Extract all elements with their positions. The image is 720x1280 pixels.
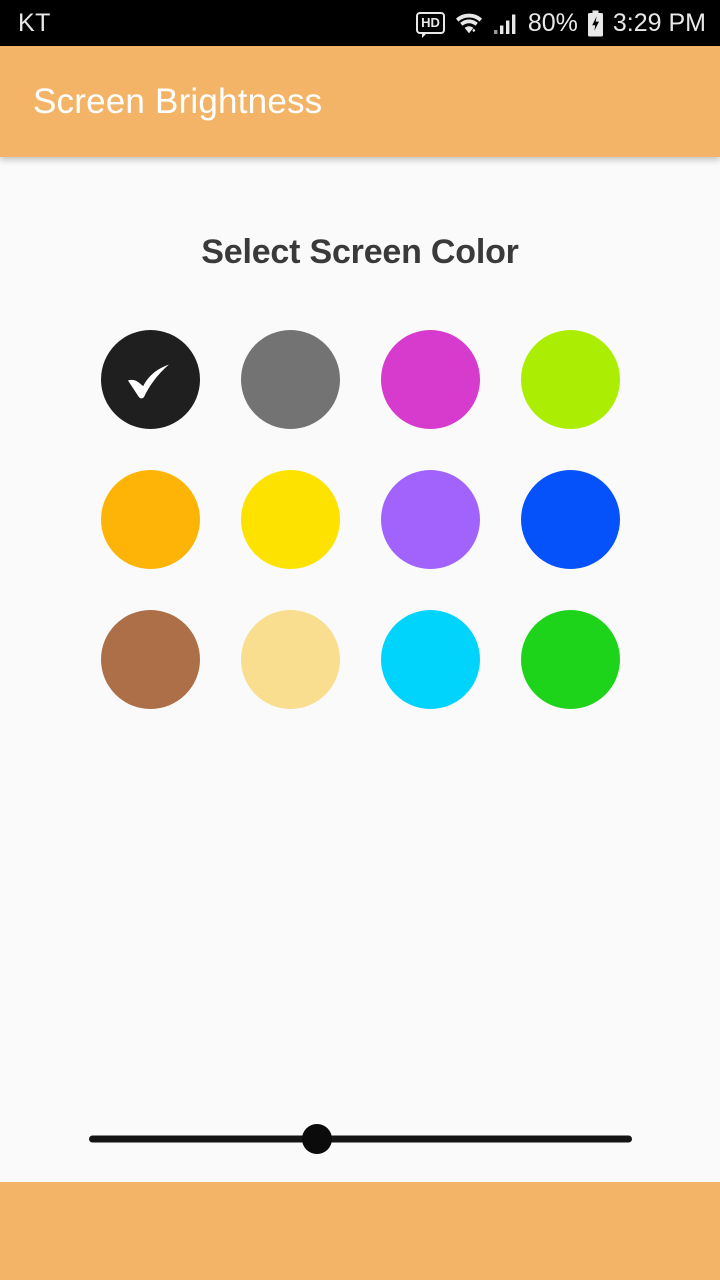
wifi-icon xyxy=(454,11,484,35)
phone-screen: KT HD 80% 3:29 PM Screen Brightness Sele… xyxy=(0,0,720,1280)
color-swatch-light-tan[interactable] xyxy=(240,610,340,709)
carrier-label: KT xyxy=(18,8,51,37)
battery-charging-icon xyxy=(587,10,604,37)
slider-thumb[interactable] xyxy=(301,1124,332,1154)
slider-track[interactable] xyxy=(88,1135,632,1143)
status-icons: HD 80% 3:29 PM xyxy=(416,9,706,38)
color-swatch-grid xyxy=(80,330,640,709)
color-swatch-black[interactable] xyxy=(100,330,200,429)
color-swatch-magenta[interactable] xyxy=(380,330,480,429)
signal-bars-icon xyxy=(493,11,519,35)
page-title: Select Screen Color xyxy=(201,233,519,271)
color-swatch-green[interactable] xyxy=(520,610,620,709)
color-swatch-lime[interactable] xyxy=(520,330,620,429)
color-swatch-cyan[interactable] xyxy=(380,610,480,709)
color-swatch-brown[interactable] xyxy=(100,610,200,709)
color-swatch-gray[interactable] xyxy=(240,330,340,429)
color-swatch-yellow[interactable] xyxy=(240,470,340,569)
battery-percent-label: 80% xyxy=(527,8,578,37)
app-bar: Screen Brightness xyxy=(0,46,720,157)
color-swatch-orange[interactable] xyxy=(100,470,200,569)
hd-icon: HD xyxy=(416,12,445,38)
main-content: Select Screen Color xyxy=(0,233,720,1244)
check-icon xyxy=(119,349,181,411)
color-swatch-purple[interactable] xyxy=(380,470,480,569)
brightness-slider[interactable] xyxy=(88,1118,632,1160)
bottom-bar xyxy=(0,1182,720,1280)
status-bar: KT HD 80% 3:29 PM xyxy=(0,0,720,46)
color-swatch-blue[interactable] xyxy=(520,470,620,569)
clock-label: 3:29 PM xyxy=(612,8,706,37)
app-title: Screen Brightness xyxy=(33,81,323,121)
